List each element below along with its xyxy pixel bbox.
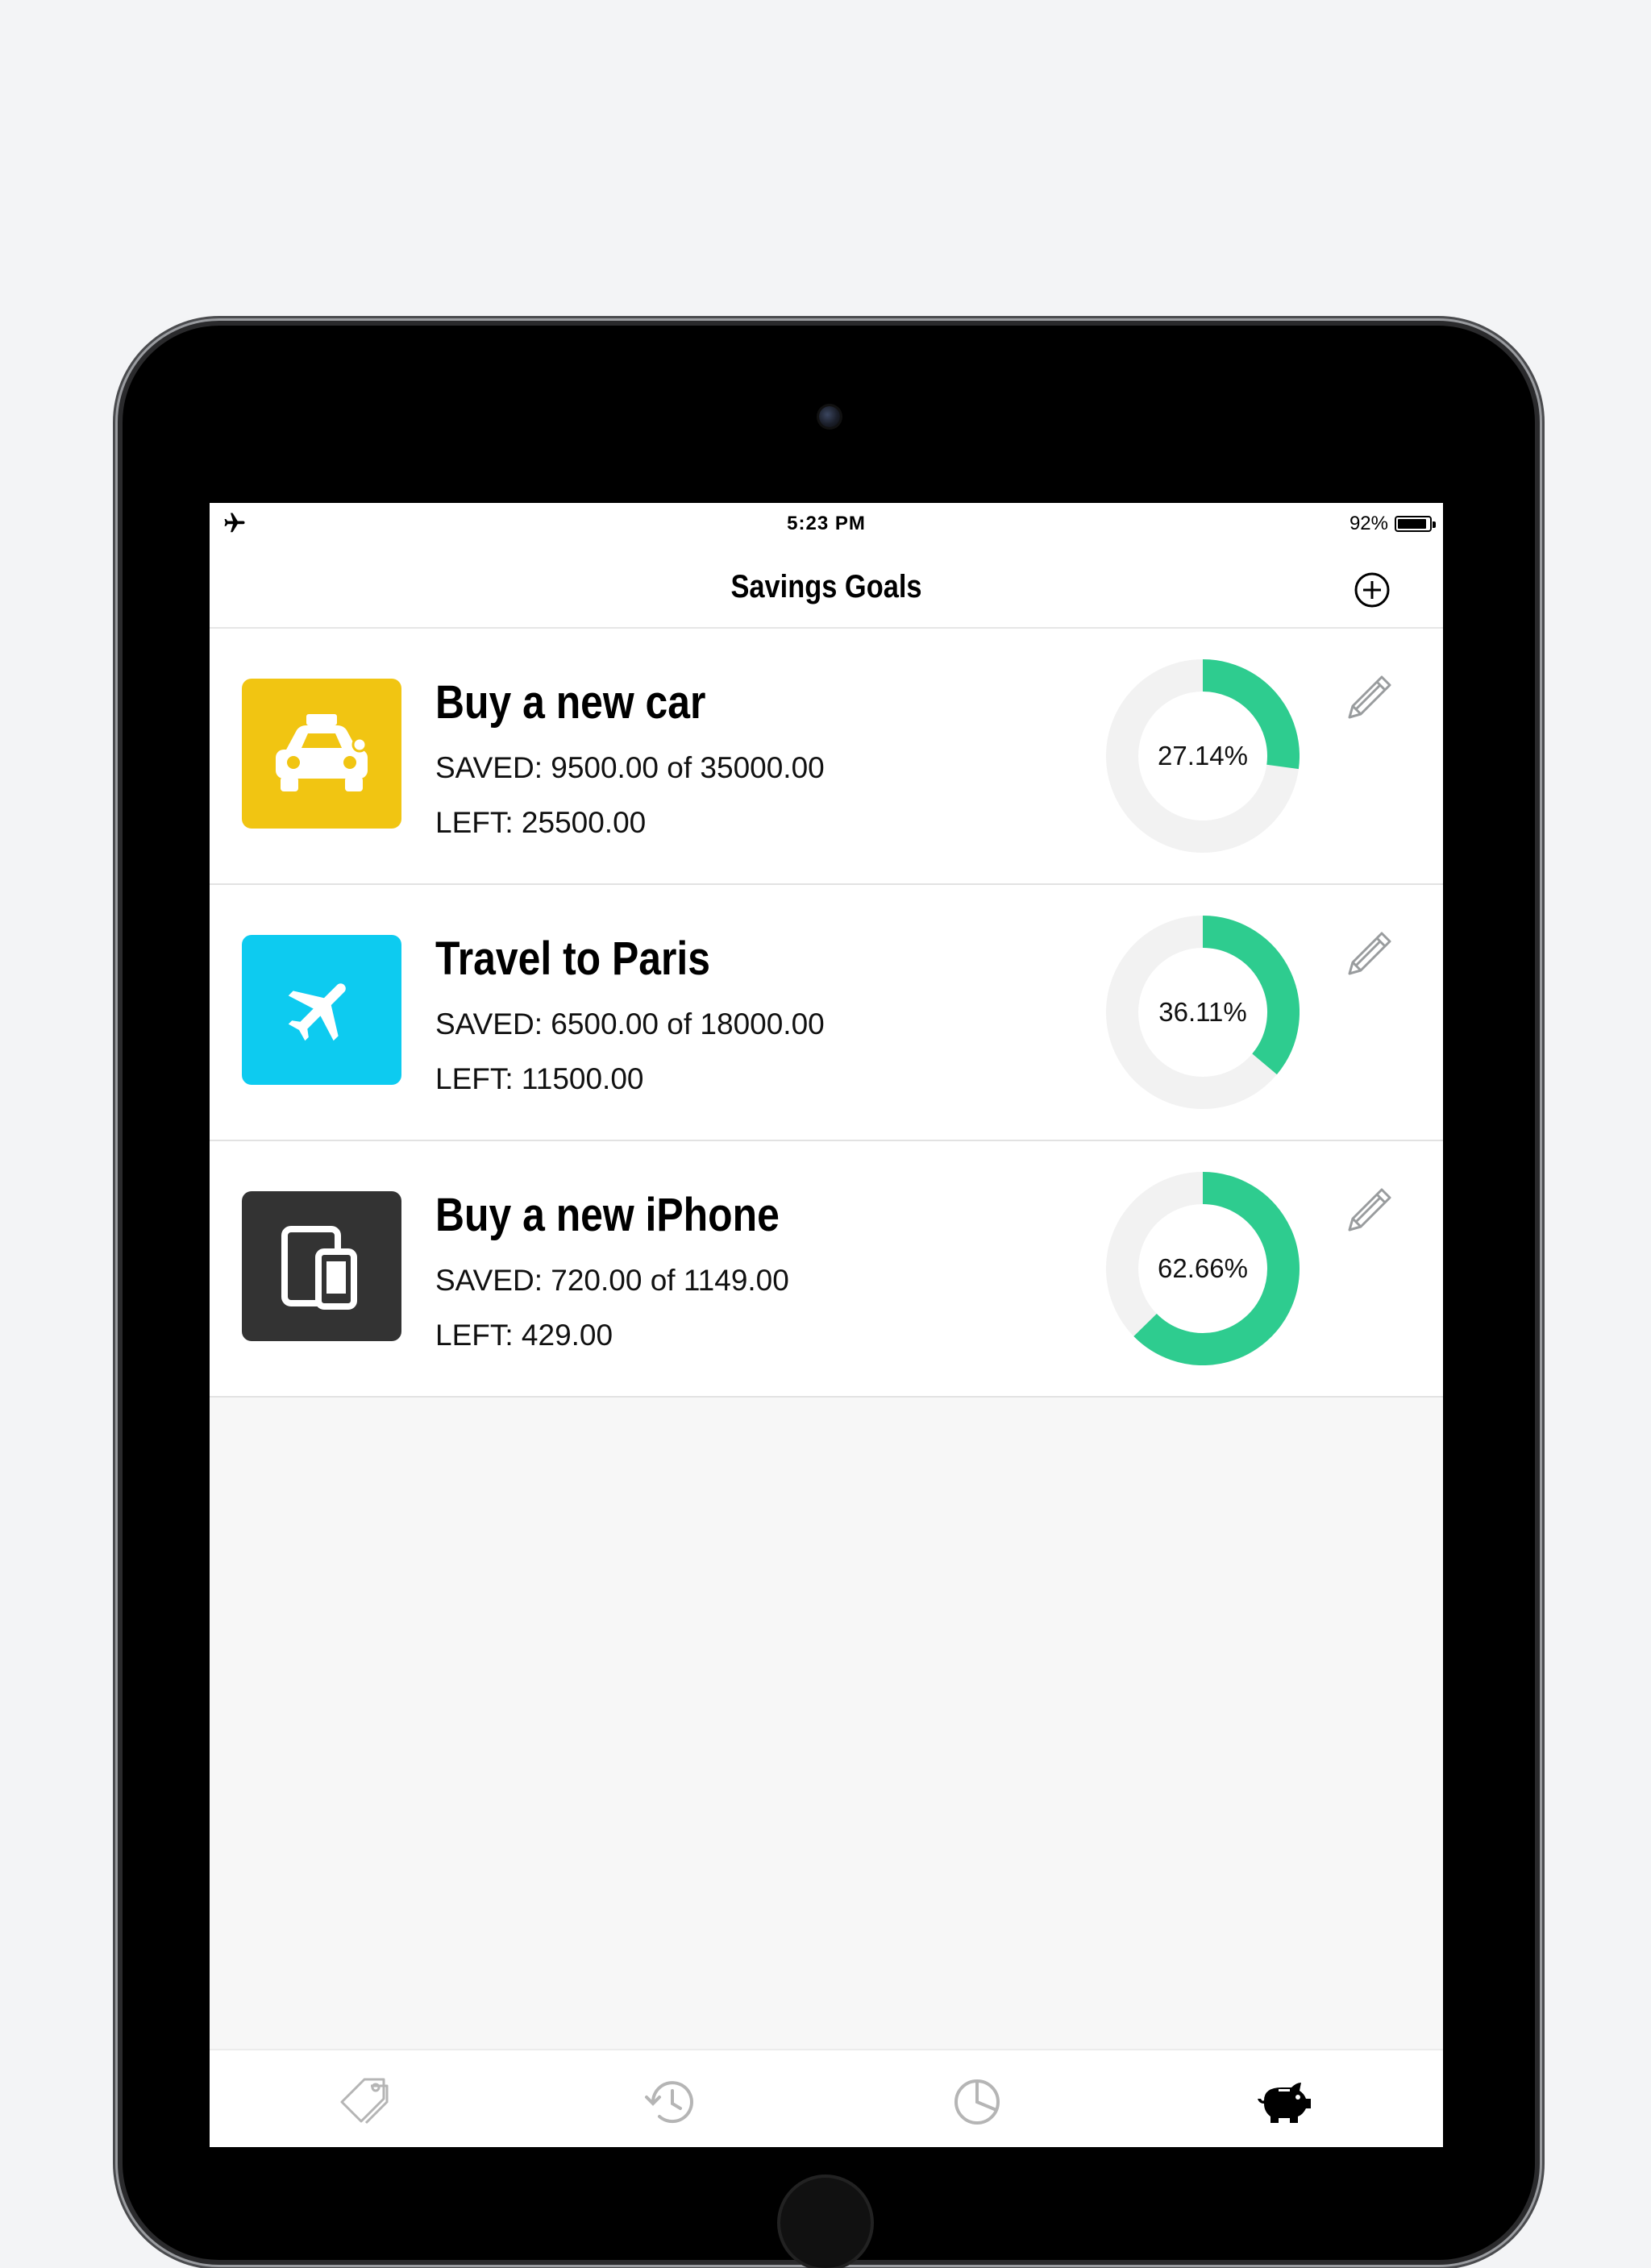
history-icon: [645, 2081, 693, 2124]
tab-tags[interactable]: [334, 2071, 395, 2133]
progress-percent: 62.66%: [1158, 1253, 1248, 1283]
goal-left-text: LEFT: 25500.00: [435, 806, 647, 839]
pie-chart-icon: [954, 2079, 1000, 2125]
app-screen: 5:23 PM 92% Savings Goals Buy a new car …: [210, 503, 1443, 2147]
tab-reports[interactable]: [946, 2071, 1008, 2133]
goal-title: Buy a new car: [435, 676, 706, 729]
goal-icon-tile: [242, 935, 401, 1085]
tags-icon: [340, 2078, 389, 2125]
progress-percent: 36.11%: [1158, 997, 1247, 1027]
progress-percent: 27.14%: [1158, 741, 1248, 771]
add-goal-button[interactable]: [1353, 571, 1391, 609]
taxi-icon: [276, 714, 368, 791]
devices-icon: [281, 1226, 357, 1310]
home-button[interactable]: [780, 2178, 871, 2268]
navigation-bar: Savings Goals: [210, 546, 1443, 629]
airplane-icon: [288, 983, 346, 1041]
battery-percent: 92%: [1349, 513, 1388, 534]
edit-goal-button[interactable]: [1341, 925, 1398, 982]
goal-row[interactable]: Buy a new car SAVED: 9500.00 of 35000.00…: [210, 629, 1443, 885]
goal-title: Buy a new iPhone: [435, 1189, 780, 1241]
goal-title: Travel to Paris: [435, 933, 711, 985]
goal-icon-tile: [242, 1191, 401, 1341]
pencil-icon: [1348, 1188, 1391, 1232]
status-time: 5:23 PM: [787, 513, 866, 534]
goal-row[interactable]: Buy a new iPhone SAVED: 720.00 of 1149.0…: [210, 1141, 1443, 1398]
goal-left-text: LEFT: 429.00: [435, 1319, 613, 1352]
goal-icon-tile: [242, 679, 401, 829]
goal-saved-text: SAVED: 6500.00 of 18000.00: [435, 1007, 825, 1041]
page-title: Savings Goals: [730, 569, 922, 604]
front-camera: [819, 406, 840, 427]
piggy-bank-icon: [1258, 2083, 1311, 2123]
pencil-icon: [1348, 675, 1391, 719]
battery-icon: [1395, 516, 1436, 532]
goal-left-text: LEFT: 11500.00: [435, 1062, 644, 1095]
edit-goal-button[interactable]: [1341, 1182, 1398, 1238]
goal-saved-text: SAVED: 9500.00 of 35000.00: [435, 751, 825, 784]
tab-history[interactable]: [640, 2071, 701, 2133]
goal-row[interactable]: Travel to Paris SAVED: 6500.00 of 18000.…: [210, 885, 1443, 1141]
pencil-icon: [1348, 932, 1391, 975]
plus-circle-icon: [1354, 572, 1390, 608]
battery-indicator: 92%: [1349, 513, 1436, 535]
tab-bar: [210, 2049, 1443, 2147]
edit-goal-button[interactable]: [1341, 669, 1398, 725]
status-bar: 5:23 PM 92%: [210, 503, 1443, 546]
tab-savings[interactable]: [1253, 2071, 1314, 2133]
goals-list: Buy a new car SAVED: 9500.00 of 35000.00…: [210, 629, 1443, 1398]
goal-saved-text: SAVED: 720.00 of 1149.00: [435, 1264, 789, 1297]
